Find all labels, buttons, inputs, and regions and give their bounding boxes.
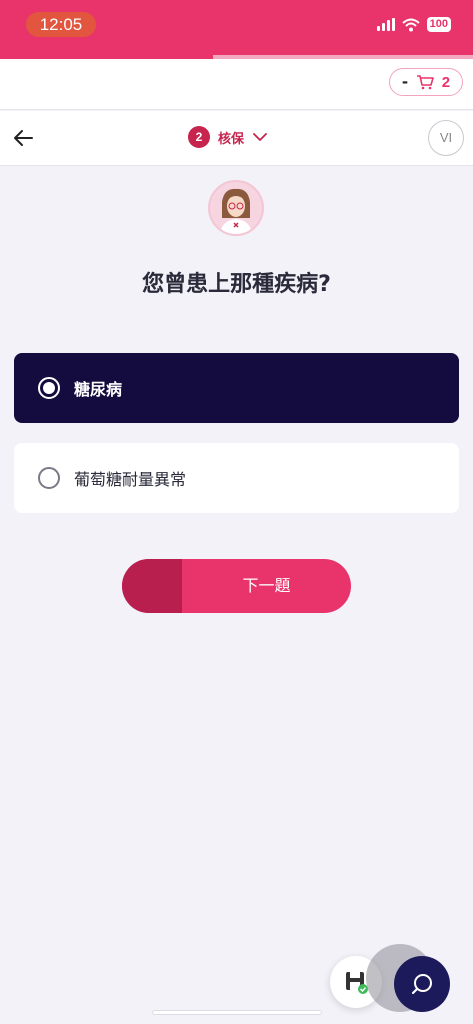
cart-icon — [416, 75, 434, 90]
option-diabetes[interactable]: 糖尿病 — [14, 353, 459, 423]
next-button-accent — [122, 559, 182, 613]
option-impaired-glucose-tolerance[interactable]: 葡萄糖耐量異常 — [14, 443, 459, 513]
back-arrow-icon[interactable] — [10, 124, 38, 152]
option-label: 葡萄糖耐量異常 — [74, 470, 187, 489]
status-icons: 100 — [376, 17, 451, 32]
battery-level: 100 — [426, 17, 451, 32]
status-bar: 12:05 100 — [0, 0, 473, 59]
radio-selected[interactable] — [38, 377, 60, 399]
header: 2 核保 VI — [0, 111, 473, 166]
advisor-avatar — [208, 180, 264, 236]
step-indicator[interactable]: 2 核保 — [188, 126, 268, 148]
step-number: 2 — [188, 126, 210, 148]
cart-row: - 2 — [0, 59, 473, 110]
step-label: 核保 — [218, 131, 245, 147]
option-label: 糖尿病 — [74, 380, 123, 399]
radio-unselected[interactable] — [38, 467, 60, 489]
next-button-label: 下一題 — [242, 576, 291, 595]
chat-icon — [411, 974, 432, 995]
cart-button[interactable]: - 2 — [389, 68, 463, 96]
advisor-illustration — [220, 188, 252, 234]
status-time: 12:05 — [26, 12, 96, 37]
user-avatar[interactable]: VI — [428, 120, 464, 156]
cart-count: 2 — [441, 73, 451, 91]
wifi-icon — [401, 18, 420, 31]
chat-button[interactable] — [394, 956, 450, 1012]
save-icon — [346, 972, 368, 994]
cart-minus: - — [401, 73, 409, 91]
signal-icon — [376, 18, 395, 31]
next-question-button[interactable]: 下一題 — [122, 559, 351, 613]
home-indicator — [152, 1010, 322, 1015]
question-title: 您曾患上那種疾病? — [142, 272, 331, 297]
chevron-down-icon — [253, 133, 267, 141]
